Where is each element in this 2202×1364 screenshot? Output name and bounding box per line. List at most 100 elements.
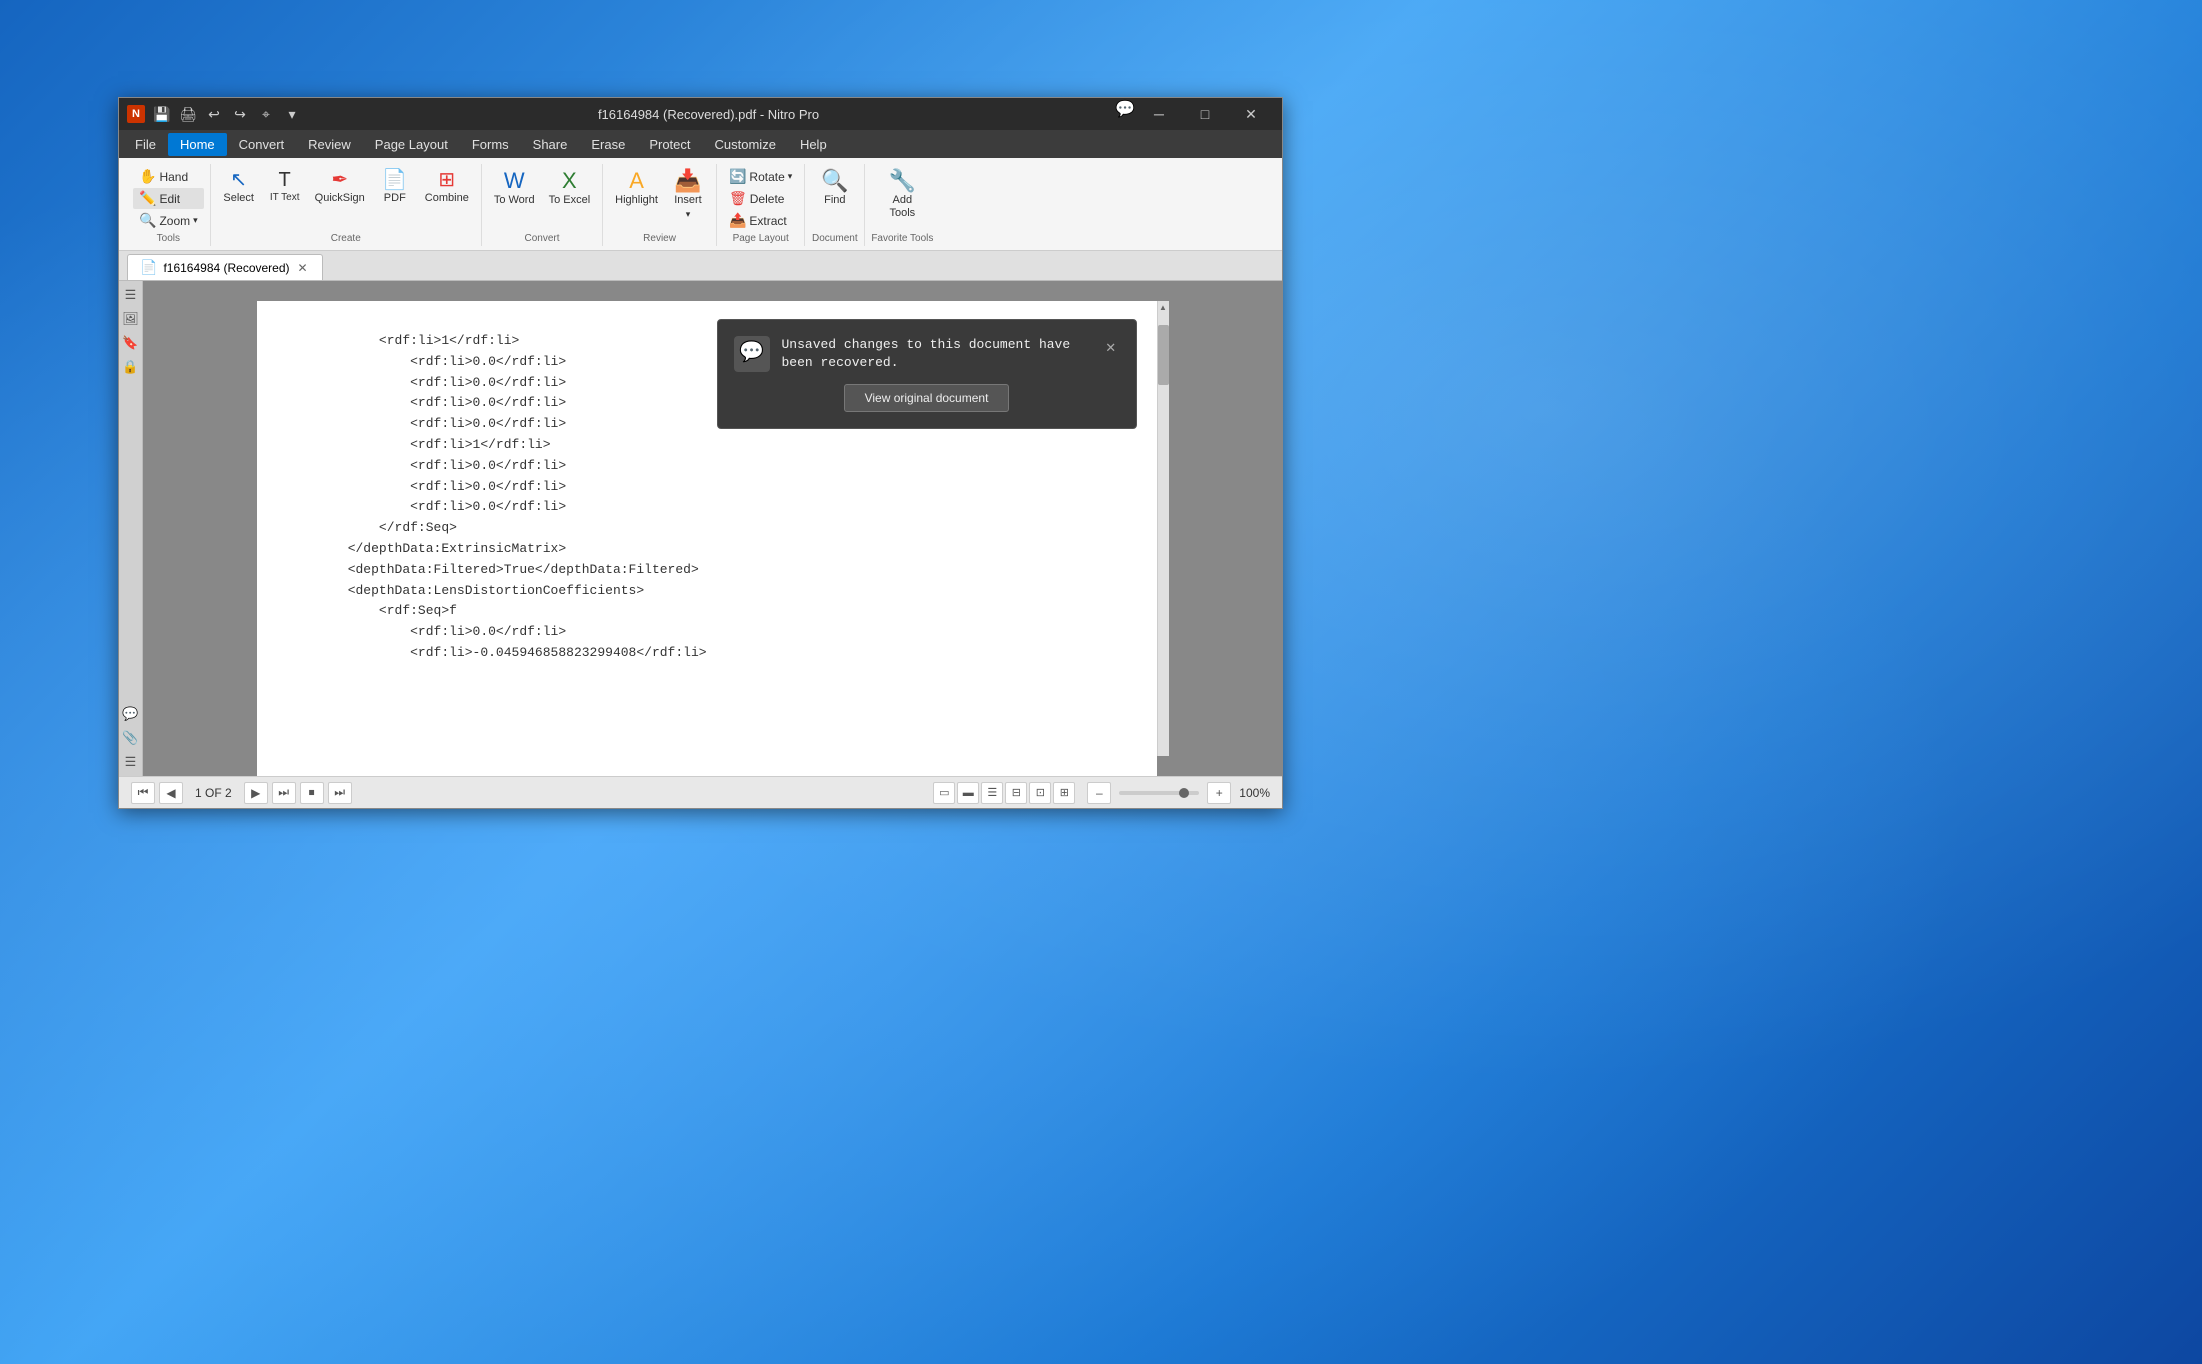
add-tools-button[interactable]: 🔧 AddTools	[880, 166, 924, 224]
menu-review[interactable]: Review	[296, 133, 363, 156]
sidebar-nav-icon[interactable]: ☰	[121, 285, 141, 305]
redo-qat-button[interactable]: ↪	[229, 103, 251, 125]
menu-help[interactable]: Help	[788, 133, 839, 156]
app-icon: N	[127, 105, 145, 123]
pdf-line-6: <rdf:li>1</rdf:li>	[317, 435, 1097, 456]
ribbon-group-document: 🔍 Find Document	[805, 164, 865, 246]
tab-strip: 📄 f16164984 (Recovered) ✕	[119, 251, 1282, 281]
to-excel-button[interactable]: X To Excel	[543, 166, 597, 211]
combine-button[interactable]: ⊞ Combine	[419, 166, 475, 209]
document-tab[interactable]: 📄 f16164984 (Recovered) ✕	[127, 254, 323, 280]
undo-qat-button[interactable]: ↩	[203, 103, 225, 125]
delete-button[interactable]: 🗑 Delete	[723, 188, 798, 209]
insert-button[interactable]: 📥 Insert ▾	[666, 166, 710, 224]
scroll-view-button[interactable]: ☰	[981, 782, 1003, 804]
title-bar: N 💾 🖨 ↩ ↪ ⌖ ▾ f16164984 (Recovered).pdf …	[119, 98, 1282, 130]
single-page-view-button[interactable]: ▭	[933, 782, 955, 804]
quick-sign-button[interactable]: ✒ QuickSign	[309, 166, 371, 209]
scroll-up-arrow[interactable]: ▲	[1158, 301, 1169, 313]
menu-customize[interactable]: Customize	[703, 133, 788, 156]
sidebar-comment-icon[interactable]: 💬	[121, 704, 141, 724]
print-qat-button[interactable]: 🖨	[177, 103, 199, 125]
notification-popup: 💬 Unsaved changes to this document have …	[717, 319, 1137, 429]
pdf-button[interactable]: 📄 PDF	[373, 166, 417, 209]
find-button[interactable]: 🔍 Find	[813, 166, 857, 211]
tab-close-button[interactable]: ✕	[296, 261, 310, 275]
prev-page-button[interactable]: ◀	[159, 782, 183, 804]
tab-label: f16164984 (Recovered)	[163, 261, 289, 275]
notification-close-button[interactable]: ✕	[1102, 336, 1120, 362]
menu-erase[interactable]: Erase	[579, 133, 637, 156]
tools-content: ✋ Hand ✏️ Edit 🔍 Zoom ▾	[133, 166, 204, 231]
chat-icon[interactable]: 💬	[1114, 98, 1136, 120]
app-window: N 💾 🖨 ↩ ↪ ⌖ ▾ f16164984 (Recovered).pdf …	[118, 97, 1283, 809]
extract-button[interactable]: 📤 Extract	[723, 210, 798, 231]
highlight-button[interactable]: A Highlight	[609, 166, 664, 211]
find-icon: 🔍	[821, 170, 848, 192]
menu-home[interactable]: Home	[168, 133, 227, 156]
maximize-button[interactable]: □	[1182, 98, 1228, 130]
sidebar-bookmarks-icon[interactable]: 🔖	[121, 333, 141, 353]
sidebar-layers-icon[interactable]: ☰	[121, 752, 141, 772]
type-text-button[interactable]: T IT Text	[263, 166, 307, 208]
sidebar-attachment-icon[interactable]: 📎	[121, 728, 141, 748]
menu-protect[interactable]: Protect	[637, 133, 702, 156]
pdf-line-14: <rdf:Seq>f	[317, 601, 1097, 622]
excel-icon: X	[562, 170, 577, 192]
pdf-icon: 📄	[382, 170, 407, 190]
hand-button[interactable]: ✋ Hand	[133, 166, 204, 187]
two-page-view-button[interactable]: ▬	[957, 782, 979, 804]
last-page-button[interactable]: ⏭	[328, 782, 352, 804]
status-bar: ⏮ ◀ 1 OF 2 ▶ ⏭ ⏹ ⏭ ▭ ▬ ☰ ⊟ ⊡ ⊞ – + 100%	[119, 776, 1282, 808]
first-page-button[interactable]: ⏮	[131, 782, 155, 804]
zoom-dropdown-icon: ▾	[193, 215, 198, 226]
create-content: ↖ Select T IT Text ✒ QuickSign 📄 PDF	[217, 166, 475, 231]
spread-view-button[interactable]: ⊟	[1005, 782, 1027, 804]
sidebar-lock-icon[interactable]: 🔒	[121, 357, 141, 377]
notification-header: 💬 Unsaved changes to this document have …	[734, 336, 1120, 372]
play-button[interactable]: ▶	[244, 782, 268, 804]
menu-file[interactable]: File	[123, 133, 168, 156]
save-qat-button[interactable]: 💾	[151, 103, 173, 125]
to-word-button[interactable]: W To Word	[488, 166, 541, 211]
scroll-thumb[interactable]	[1158, 325, 1169, 385]
menu-convert[interactable]: Convert	[227, 133, 297, 156]
type-text-icon: T	[279, 170, 291, 190]
ribbon-group-review: A Highlight 📥 Insert ▾ Review	[603, 164, 717, 246]
menu-page-layout[interactable]: Page Layout	[363, 133, 460, 156]
zoom-slider[interactable]	[1119, 791, 1199, 795]
menu-forms[interactable]: Forms	[460, 133, 521, 156]
document-group-label: Document	[812, 233, 858, 244]
ribbon: ✋ Hand ✏️ Edit 🔍 Zoom ▾	[119, 158, 1282, 251]
convert-content: W To Word X To Excel	[488, 166, 596, 231]
view-original-document-button[interactable]: View original document	[844, 384, 1010, 412]
sidebar-pages-icon[interactable]: 🖼	[121, 309, 141, 329]
pdf-line-12: <depthData:Filtered>True</depthData:Filt…	[317, 560, 1097, 581]
fit-width-button[interactable]: ⊡	[1029, 782, 1051, 804]
zoom-button[interactable]: 🔍 Zoom ▾	[133, 210, 204, 231]
quick-sign-icon: ✒	[331, 170, 348, 190]
next-page-button[interactable]: ⏭	[272, 782, 296, 804]
cursor-qat-button[interactable]: ⌖	[255, 103, 277, 125]
minimize-button[interactable]: ─	[1136, 98, 1182, 130]
notification-text: Unsaved changes to this document have be…	[782, 336, 1090, 372]
pdf-line-16: <rdf:li>-0.045946858823299408</rdf:li>	[317, 643, 1097, 664]
zoom-out-button[interactable]: –	[1087, 782, 1111, 804]
close-button[interactable]: ✕	[1228, 98, 1274, 130]
select-button[interactable]: ↖ Select	[217, 166, 261, 209]
vertical-scrollbar[interactable]: ▲	[1157, 301, 1169, 756]
menu-share[interactable]: Share	[521, 133, 580, 156]
ribbon-group-page-layout: 🔄 Rotate ▾ 🗑 Delete 📤 Extract	[717, 164, 805, 246]
zoom-thumb	[1179, 788, 1189, 798]
pdf-line-13: <depthData:LensDistortionCoefficients>	[317, 581, 1097, 602]
stop-button[interactable]: ⏹	[300, 782, 324, 804]
fit-page-button[interactable]: ⊞	[1053, 782, 1075, 804]
rotate-button[interactable]: 🔄 Rotate ▾	[723, 166, 798, 187]
create-group-label: Create	[331, 233, 361, 244]
ribbon-groups: ✋ Hand ✏️ Edit 🔍 Zoom ▾	[127, 162, 1274, 250]
zoom-in-button[interactable]: +	[1207, 782, 1231, 804]
pdf-viewer[interactable]: 💬 Unsaved changes to this document have …	[143, 281, 1282, 776]
edit-button[interactable]: ✏️ Edit	[133, 188, 204, 209]
rotate-dropdown-icon: ▾	[788, 171, 793, 182]
qat-dropdown-button[interactable]: ▾	[281, 103, 303, 125]
